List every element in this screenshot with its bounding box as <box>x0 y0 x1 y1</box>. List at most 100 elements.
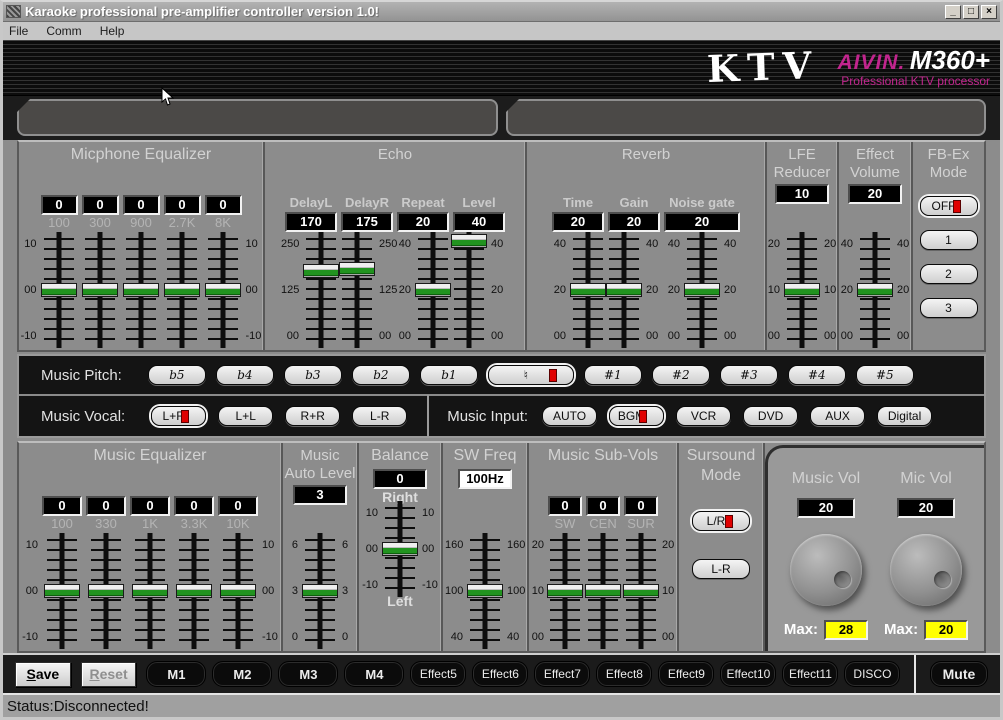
minimize-icon[interactable]: _ <box>945 5 961 19</box>
fader-thumb[interactable] <box>302 584 338 598</box>
effect-button-effect10[interactable]: Effect10 <box>720 661 776 687</box>
fader[interactable] <box>682 238 722 342</box>
fader-thumb[interactable] <box>220 584 256 598</box>
input-button-dvd[interactable]: DVD <box>743 406 798 426</box>
vocal-button-rr[interactable]: R+R <box>285 406 340 426</box>
menu-help[interactable]: Help <box>100 24 125 38</box>
reset-button[interactable]: Reset <box>81 662 137 687</box>
fader-thumb[interactable] <box>382 542 418 556</box>
fader[interactable] <box>380 507 420 591</box>
pitch-button-[interactable]: ♮ <box>488 365 574 385</box>
fader[interactable] <box>80 238 120 342</box>
fbex-button-off[interactable]: OFF <box>920 196 978 216</box>
fader[interactable] <box>604 238 644 342</box>
fader[interactable] <box>621 539 661 643</box>
input-button-digital[interactable]: Digital <box>877 406 932 426</box>
fbex-button-1[interactable]: 1 <box>920 230 978 250</box>
fader[interactable] <box>855 238 895 342</box>
pitch-button-1[interactable]: #1 <box>584 365 642 385</box>
vocal-button-lr[interactable]: L-R <box>352 406 407 426</box>
pitch-button-5[interactable]: #5 <box>856 365 914 385</box>
pitch-button-2[interactable]: #2 <box>652 365 710 385</box>
fader-thumb[interactable] <box>585 584 621 598</box>
pitch-button-b4[interactable]: b4 <box>216 365 274 385</box>
fader-thumb[interactable] <box>88 584 124 598</box>
fader[interactable] <box>413 238 453 342</box>
fader[interactable] <box>337 238 377 342</box>
memory-button-m4[interactable]: M4 <box>344 661 404 687</box>
menu-file[interactable]: File <box>9 24 28 38</box>
fader[interactable] <box>300 539 340 643</box>
input-button-vcr[interactable]: VCR <box>676 406 731 426</box>
effect-button-effect7[interactable]: Effect7 <box>534 661 590 687</box>
fader[interactable] <box>782 238 822 342</box>
fader[interactable] <box>218 539 258 643</box>
input-button-aux[interactable]: AUX <box>810 406 865 426</box>
pitch-button-b1[interactable]: b1 <box>420 365 478 385</box>
pitch-button-b2[interactable]: b2 <box>352 365 410 385</box>
fader-thumb[interactable] <box>623 584 659 598</box>
fader-thumb[interactable] <box>784 283 820 297</box>
maximize-icon[interactable]: □ <box>963 5 979 19</box>
fader-thumb[interactable] <box>547 584 583 598</box>
fader-thumb[interactable] <box>205 283 241 297</box>
vocal-button-lr[interactable]: L+R <box>151 406 206 426</box>
fader[interactable] <box>130 539 170 643</box>
fader[interactable] <box>86 539 126 643</box>
save-button[interactable]: Save <box>15 662 71 687</box>
mic-vol-knob[interactable] <box>890 534 962 606</box>
sursound-button-lr[interactable]: L-R <box>692 559 750 579</box>
effect-button-effect5[interactable]: Effect5 <box>410 661 466 687</box>
fader-thumb[interactable] <box>606 283 642 297</box>
fader-thumb[interactable] <box>176 584 212 598</box>
fader-thumb[interactable] <box>339 262 375 276</box>
fader[interactable] <box>203 238 243 342</box>
fader-thumb[interactable] <box>44 584 80 598</box>
menu-comm[interactable]: Comm <box>46 24 81 38</box>
fader-thumb[interactable] <box>467 584 503 598</box>
close-icon[interactable]: × <box>981 5 997 19</box>
fader-thumb[interactable] <box>684 283 720 297</box>
pitch-button-4[interactable]: #4 <box>788 365 846 385</box>
effect-button-effect11[interactable]: Effect11 <box>782 661 838 687</box>
effect-button-disco[interactable]: DISCO <box>844 661 900 687</box>
fader-thumb[interactable] <box>164 283 200 297</box>
fader[interactable] <box>39 238 79 342</box>
fbex-button-2[interactable]: 2 <box>920 264 978 284</box>
fader[interactable] <box>449 238 489 342</box>
effect-button-effect6[interactable]: Effect6 <box>472 661 528 687</box>
fader[interactable] <box>465 539 505 643</box>
vocal-button-ll[interactable]: L+L <box>218 406 273 426</box>
input-button-auto[interactable]: AUTO <box>542 406 597 426</box>
fader[interactable] <box>42 539 82 643</box>
fader-thumb[interactable] <box>303 264 339 278</box>
fader[interactable] <box>301 238 341 342</box>
fader[interactable] <box>121 238 161 342</box>
mute-button[interactable]: Mute <box>930 661 988 687</box>
sursound-button-lr[interactable]: L/R <box>692 511 750 531</box>
memory-button-m3[interactable]: M3 <box>278 661 338 687</box>
pitch-button-b5[interactable]: b5 <box>148 365 206 385</box>
pitch-button-b3[interactable]: b3 <box>284 365 342 385</box>
fader-thumb[interactable] <box>82 283 118 297</box>
fader-thumb[interactable] <box>570 283 606 297</box>
music-vol-knob[interactable] <box>790 534 862 606</box>
fbex-button-3[interactable]: 3 <box>920 298 978 318</box>
effect-button-effect8[interactable]: Effect8 <box>596 661 652 687</box>
memory-button-m2[interactable]: M2 <box>212 661 272 687</box>
memory-button-m1[interactable]: M1 <box>146 661 206 687</box>
fader-thumb[interactable] <box>132 584 168 598</box>
fader[interactable] <box>568 238 608 342</box>
fader-thumb[interactable] <box>451 234 487 248</box>
fader[interactable] <box>545 539 585 643</box>
effect-button-effect9[interactable]: Effect9 <box>658 661 714 687</box>
fader-thumb[interactable] <box>41 283 77 297</box>
fader-thumb[interactable] <box>123 283 159 297</box>
fader-thumb[interactable] <box>857 283 893 297</box>
fader[interactable] <box>162 238 202 342</box>
pitch-button-3[interactable]: #3 <box>720 365 778 385</box>
fader[interactable] <box>583 539 623 643</box>
input-button-bgm[interactable]: BGM <box>609 406 664 426</box>
fader[interactable] <box>174 539 214 643</box>
fader-thumb[interactable] <box>415 283 451 297</box>
